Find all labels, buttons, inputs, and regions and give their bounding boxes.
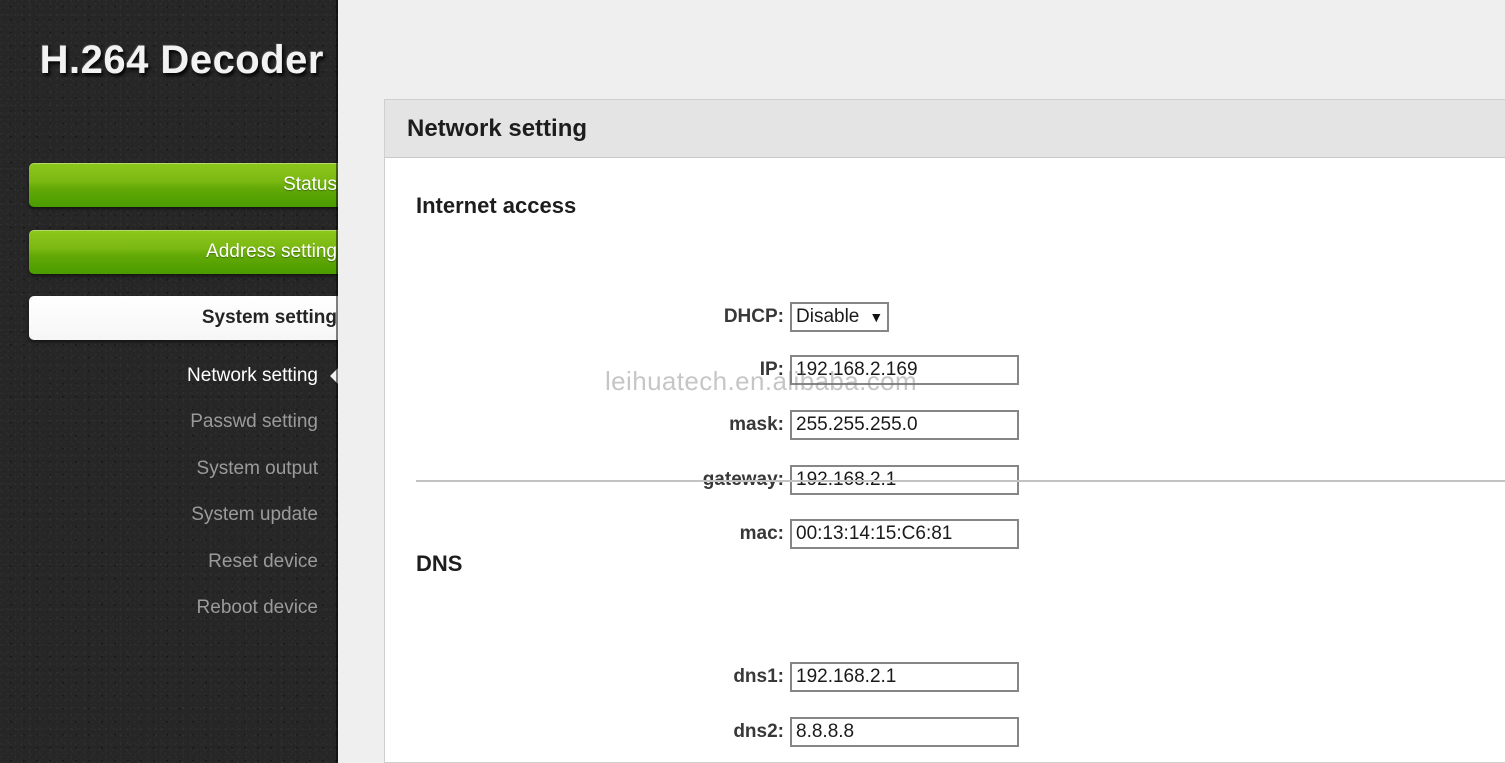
section-divider: [416, 480, 1505, 482]
selected-item-pointer-icon: [330, 366, 338, 386]
chevron-down-icon: ▼: [869, 309, 884, 325]
sidebar-subitem-label: Reset device: [208, 551, 318, 572]
sidebar-subitem-label: System update: [191, 504, 318, 525]
brand-title: H.264 Decoder: [39, 38, 324, 82]
sidebar-subitem-label: Network setting: [187, 365, 318, 386]
ip-input[interactable]: [790, 355, 1019, 385]
dns1-input[interactable]: [790, 662, 1019, 692]
sidebar-subitem-network-setting[interactable]: Network setting: [0, 357, 338, 395]
page-title: Network setting: [407, 114, 588, 142]
dns2-label: dns2:: [733, 721, 784, 742]
dns2-input[interactable]: [790, 717, 1019, 747]
sidebar-subitem-label: Reboot device: [196, 597, 318, 618]
sidebar-subitem-reset-device[interactable]: Reset device: [0, 543, 338, 581]
section-heading-dns: DNS: [416, 551, 463, 576]
section-heading-internet-access: Internet access: [416, 193, 577, 218]
sidebar: H.264 Decoder Status Address setting Sys…: [0, 0, 338, 763]
field-row-dns2: dns2:: [385, 716, 1505, 748]
sidebar-subitem-passwd-setting[interactable]: Passwd setting: [0, 403, 338, 441]
sidebar-subitem-reboot-device[interactable]: Reboot device: [0, 589, 338, 627]
sidebar-item-label: Address setting: [206, 241, 337, 262]
sidebar-item-label: System setting: [201, 307, 337, 328]
mac-label: mac:: [739, 523, 784, 544]
dhcp-label: DHCP:: [723, 306, 784, 327]
sidebar-item-status[interactable]: Status: [29, 163, 338, 207]
sidebar-subitem-system-update[interactable]: System update: [0, 496, 338, 534]
field-row-ip: IP:: [385, 354, 1505, 386]
dns1-label: dns1:: [733, 666, 784, 687]
mac-input[interactable]: [790, 519, 1019, 549]
sidebar-item-address-setting[interactable]: Address setting: [29, 230, 338, 274]
sidebar-subitem-label: Passwd setting: [190, 411, 318, 432]
mask-input[interactable]: [790, 410, 1019, 440]
mask-label: mask:: [729, 414, 784, 435]
dhcp-select-value: Disable: [796, 306, 860, 327]
sidebar-subitem-system-output[interactable]: System output: [0, 450, 338, 488]
content-panel: Network setting Internet access DHCP: Di…: [384, 99, 1505, 763]
sidebar-subitem-label: System output: [196, 458, 318, 479]
field-row-dns1: dns1:: [385, 661, 1505, 693]
dhcp-select[interactable]: Disable ▼: [790, 302, 890, 332]
field-row-mask: mask:: [385, 409, 1505, 441]
field-row-mac: mac:: [385, 518, 1505, 550]
sidebar-item-label: Status: [283, 174, 337, 195]
application-root: H.264 Decoder Status Address setting Sys…: [0, 0, 1505, 763]
field-row-dhcp: DHCP: Disable ▼: [385, 301, 1505, 333]
sidebar-item-system-setting[interactable]: System setting: [29, 296, 338, 340]
panel-header: Network setting: [385, 100, 1505, 158]
ip-label: IP:: [759, 359, 784, 380]
